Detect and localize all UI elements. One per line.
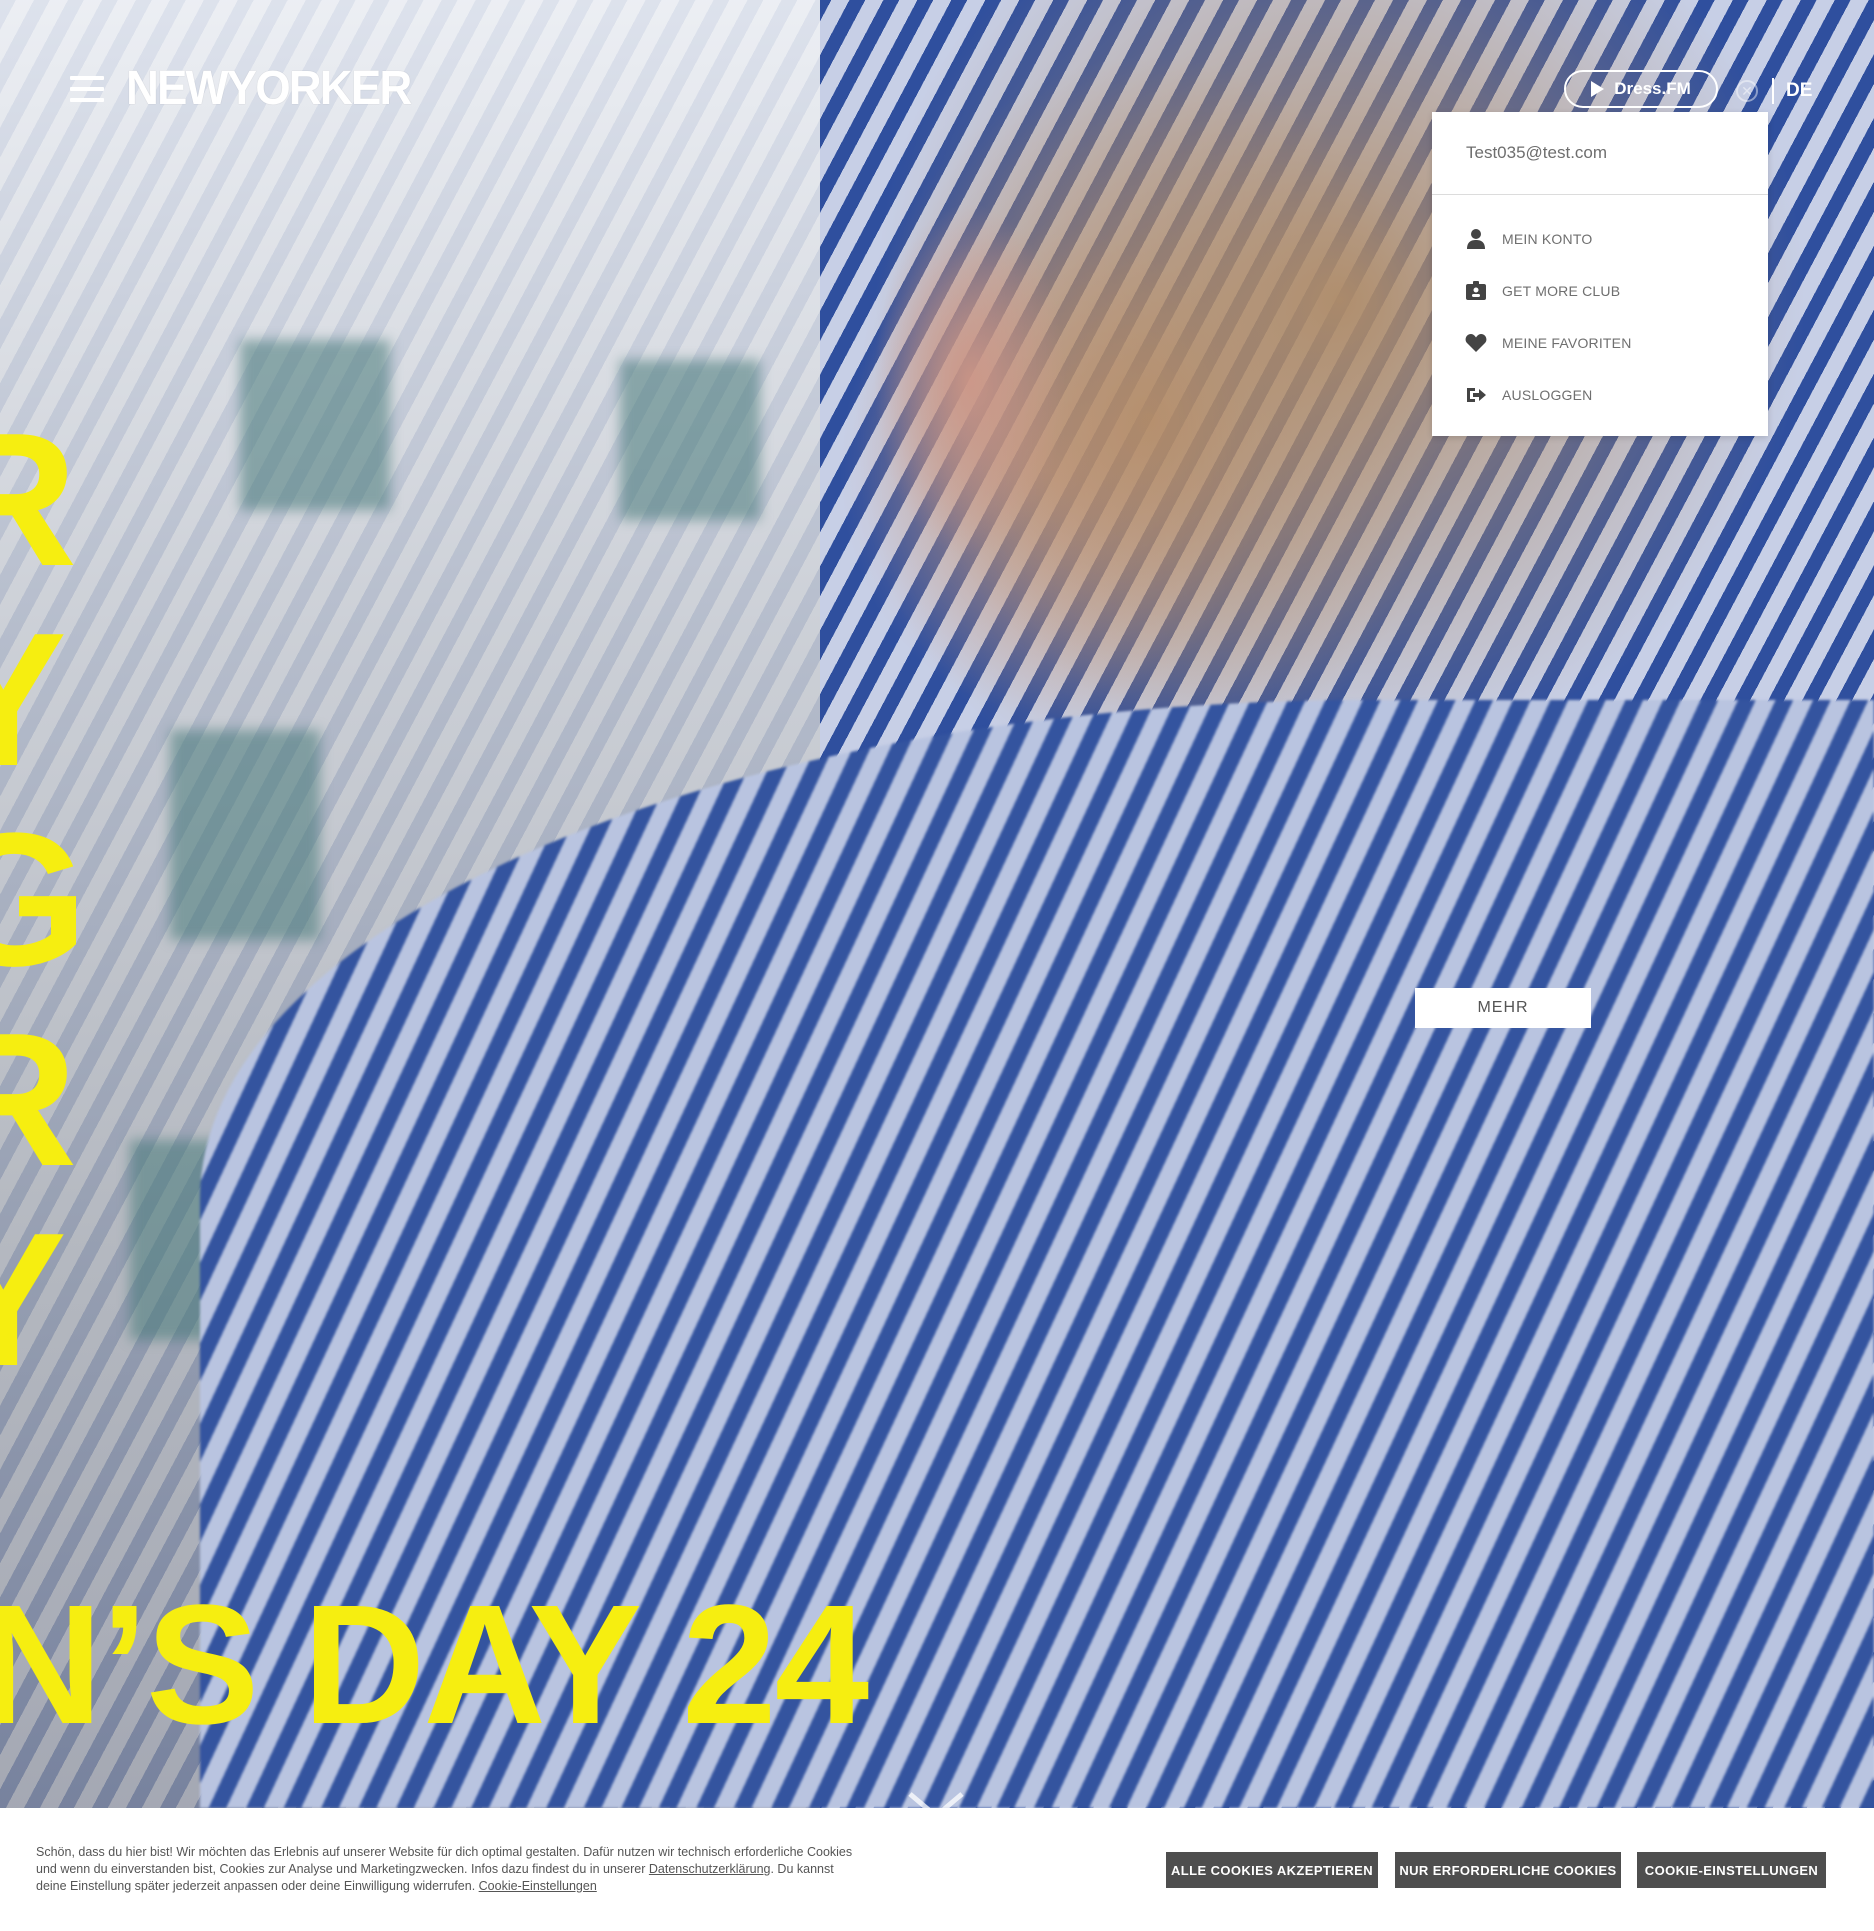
member-card-icon xyxy=(1464,279,1488,303)
building-window xyxy=(170,730,320,940)
cookie-banner: Schön, dass du hier bist! Wir möchten da… xyxy=(0,1808,1874,1931)
dressfm-button[interactable]: Dress.FM xyxy=(1564,70,1718,108)
dressfm-label: Dress.FM xyxy=(1614,79,1691,98)
language-selector[interactable]: DE xyxy=(1786,80,1812,102)
necessary-cookies-button[interactable]: NUR ERFORDERLICHE COOKIES xyxy=(1395,1852,1621,1888)
menu-item-mein-konto[interactable]: MEIN KONTO xyxy=(1432,213,1768,265)
user-icon xyxy=(1464,227,1488,251)
close-icon[interactable]: ✕ xyxy=(1736,80,1758,102)
account-dropdown: Test035@test.com MEIN KONTO GET MORE CLU… xyxy=(1432,112,1768,436)
menu-item-get-more-club[interactable]: GET MORE CLUB xyxy=(1432,265,1768,317)
cookie-settings-link[interactable]: Cookie-Einstellungen xyxy=(479,1879,597,1893)
brand-logo[interactable]: NEWYORKER xyxy=(126,62,412,116)
building-window xyxy=(240,340,390,510)
play-icon xyxy=(1591,81,1605,97)
account-email: Test035@test.com xyxy=(1432,112,1768,195)
model-face xyxy=(820,120,1120,640)
logout-icon xyxy=(1464,383,1488,407)
privacy-link[interactable]: Datenschutzerklärung xyxy=(649,1862,771,1876)
menu-icon[interactable] xyxy=(70,76,104,106)
more-button[interactable]: MEHR xyxy=(1415,988,1591,1028)
cookie-message: Schön, dass du hier bist! Wir möchten da… xyxy=(36,1844,856,1895)
heart-icon xyxy=(1464,331,1488,355)
menu-item-label: AUSLOGGEN xyxy=(1502,387,1593,403)
menu-item-label: MEIN KONTO xyxy=(1502,231,1593,247)
menu-item-label: MEINE FAVORITEN xyxy=(1502,335,1632,351)
menu-item-ausloggen[interactable]: AUSLOGGEN xyxy=(1432,369,1768,421)
hero-vertical-text: R Y G R Y . xyxy=(0,394,88,1406)
cookie-settings-button[interactable]: COOKIE-EINSTELLUNGEN xyxy=(1637,1852,1826,1888)
accept-all-cookies-button[interactable]: ALLE COOKIES AKZEPTIEREN xyxy=(1166,1852,1378,1888)
header-divider xyxy=(1772,78,1774,104)
menu-item-meine-favoriten[interactable]: MEINE FAVORITEN xyxy=(1432,317,1768,369)
hero-headline: N’S DAY 24 xyxy=(0,1570,869,1760)
menu-item-label: GET MORE CLUB xyxy=(1502,283,1621,299)
